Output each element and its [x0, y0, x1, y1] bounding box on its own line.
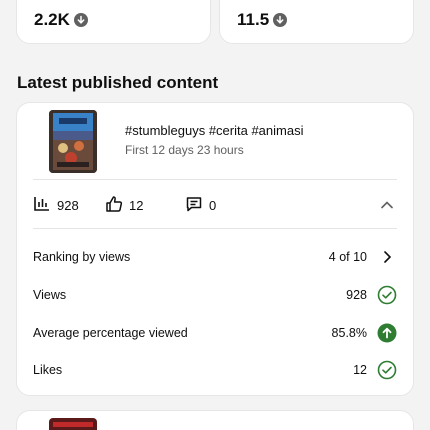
divider — [33, 179, 397, 180]
detail-label: Average percentage viewed — [33, 326, 188, 340]
bar-chart-icon — [33, 195, 51, 216]
chevron-up-icon[interactable] — [377, 195, 397, 215]
detail-label: Views — [33, 288, 67, 302]
detail-row-likes: Likes 12 — [33, 360, 397, 380]
chevron-right-icon[interactable] — [377, 247, 397, 267]
stat-value: 11.5 — [237, 10, 270, 29]
latest-content-card: #stumbleguys #cerita #animasi First 12 d… — [16, 102, 414, 396]
detail-value: 85.8% — [331, 326, 367, 340]
comments-count: 0 — [209, 198, 217, 213]
stat-value: 2.2K — [34, 10, 70, 29]
arrow-up-circle-icon — [377, 323, 397, 343]
section-title: Latest published content — [17, 73, 219, 92]
video-subtitle: First 12 days 23 hours — [125, 143, 244, 157]
detail-value: 4 of 10 — [328, 250, 367, 264]
detail-row-ranking[interactable]: Ranking by views 4 of 10 — [33, 247, 397, 267]
comment-icon — [185, 195, 203, 216]
detail-row-views: Views 928 — [33, 285, 397, 305]
metrics-row: 928 12 0 — [33, 195, 397, 215]
video-thumbnail[interactable] — [49, 110, 97, 173]
views-count: 928 — [57, 198, 79, 213]
arrow-down-icon — [73, 13, 88, 27]
detail-label: Ranking by views — [33, 250, 131, 264]
check-circle-icon — [377, 285, 397, 305]
video-thumbnail[interactable] — [49, 418, 97, 430]
detail-value: 12 — [353, 363, 367, 377]
divider — [33, 228, 397, 229]
video-title[interactable]: #stumbleguys #cerita #animasi — [125, 123, 303, 138]
views-metric: 928 — [33, 195, 79, 216]
check-circle-icon — [377, 360, 397, 380]
detail-row-avg-viewed: Average percentage viewed 85.8% — [33, 323, 397, 343]
comments-metric: 0 — [185, 195, 216, 216]
thumbs-up-icon — [105, 195, 123, 216]
likes-count: 12 — [129, 198, 144, 213]
next-content-card — [16, 410, 414, 430]
stat-card-1[interactable]: 2.2K — [16, 0, 211, 44]
detail-value: 928 — [346, 288, 367, 302]
stat-card-2[interactable]: 11.5 — [219, 0, 414, 44]
arrow-down-icon — [273, 13, 288, 27]
likes-metric: 12 — [105, 195, 143, 216]
detail-label: Likes — [33, 363, 63, 377]
